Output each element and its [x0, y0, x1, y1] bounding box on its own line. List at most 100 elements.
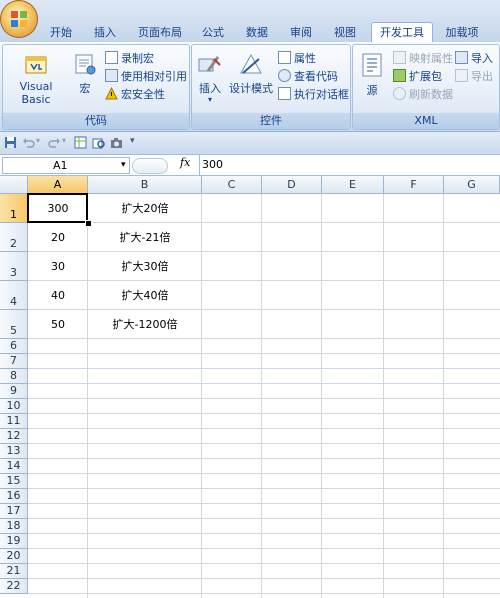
map-properties-button[interactable]: 映射属性: [393, 51, 453, 67]
fill-handle[interactable]: [85, 220, 92, 227]
row-gridline: [28, 593, 500, 594]
xml-source-button[interactable]: 源: [357, 51, 387, 98]
refresh-data-button[interactable]: 刷新数据: [393, 87, 453, 103]
row-header-14[interactable]: 14: [0, 459, 28, 474]
cell-b2[interactable]: 扩大-21倍: [88, 223, 202, 252]
xml-import-label: 导入: [471, 52, 493, 65]
row-header-17[interactable]: 17: [0, 504, 28, 519]
office-button[interactable]: [0, 0, 38, 38]
sheet-icon[interactable]: [74, 136, 87, 149]
insert-control-button[interactable]: 插入 ▾: [194, 51, 226, 104]
row-header-21[interactable]: 21: [0, 564, 28, 579]
ribbon-tab-bar: 开始 插入 页面布局 公式 数据 审阅 视图 开发工具 加载项: [0, 0, 500, 43]
row-header-8[interactable]: 8: [0, 369, 28, 384]
view-code-icon: [278, 69, 291, 82]
redo-dropdown-icon[interactable]: ▾: [62, 136, 66, 145]
camera-icon[interactable]: [110, 136, 123, 149]
record-macro-button[interactable]: 录制宏: [105, 51, 154, 67]
row-gridline: [28, 383, 500, 384]
macro-security-button[interactable]: 宏安全性: [105, 87, 165, 103]
design-mode-button[interactable]: 设计模式: [228, 51, 274, 96]
tab-developer[interactable]: 开发工具: [371, 22, 433, 43]
row-header-20[interactable]: 20: [0, 549, 28, 564]
run-dialog-button[interactable]: 执行对话框: [278, 87, 349, 103]
tab-home[interactable]: 开始: [44, 24, 78, 42]
row-number: 18: [6, 519, 21, 532]
row-header-9[interactable]: 9: [0, 384, 28, 399]
column-header-f[interactable]: F: [384, 176, 444, 194]
expansion-packs-button[interactable]: 扩展包: [393, 69, 442, 85]
row-header-7[interactable]: 7: [0, 354, 28, 369]
cell-a3[interactable]: 30: [28, 252, 88, 281]
worksheet-grid[interactable]: A B C D E F G 1 2 3 4 5 6 7 8 9 10 11 12 13 14 15 16 17 18 19 20 21…: [0, 176, 500, 598]
tab-data[interactable]: 数据: [242, 24, 272, 42]
row-header-4[interactable]: 4: [0, 281, 28, 310]
save-icon[interactable]: [4, 136, 17, 149]
row-header-15[interactable]: 15: [0, 474, 28, 489]
record-macro-icon: [105, 51, 118, 64]
formula-expand-handle[interactable]: [132, 158, 168, 174]
tab-formulas[interactable]: 公式: [198, 24, 228, 42]
insert-function-button[interactable]: fx: [180, 156, 190, 169]
tab-add-ins[interactable]: 加载项: [440, 24, 484, 42]
office-logo-icon: [11, 11, 27, 27]
row-number: 15: [6, 474, 21, 487]
row-gridline: [28, 428, 500, 429]
column-header-e[interactable]: E: [322, 176, 384, 194]
chevron-down-icon: ▾: [207, 95, 212, 104]
cell-a5[interactable]: 50: [28, 310, 88, 339]
print-preview-icon[interactable]: [92, 136, 105, 149]
row-header-11[interactable]: 11: [0, 414, 28, 429]
visual-basic-button[interactable]: Visual Basic: [5, 51, 67, 106]
xml-export-button[interactable]: 导出: [455, 69, 493, 85]
cell-b5[interactable]: 扩大-1200倍: [88, 310, 202, 339]
cell-b4[interactable]: 扩大40倍: [88, 281, 202, 310]
active-cell-border[interactable]: [27, 193, 88, 223]
row-header-1[interactable]: 1: [0, 194, 28, 223]
undo-dropdown-icon[interactable]: ▾: [36, 136, 40, 145]
row-header-12[interactable]: 12: [0, 429, 28, 444]
customize-qat-icon[interactable]: ▾: [130, 136, 135, 146]
select-all-corner[interactable]: [0, 176, 28, 194]
macros-label: 宏: [79, 82, 91, 95]
row-header-5[interactable]: 5: [0, 310, 28, 339]
row-header-18[interactable]: 18: [0, 519, 28, 534]
name-box[interactable]: A1 ▾: [2, 157, 130, 174]
formula-input[interactable]: 300: [202, 156, 498, 173]
tab-view[interactable]: 视图: [330, 24, 360, 42]
column-header-g[interactable]: G: [444, 176, 500, 194]
row-number: 10: [6, 399, 21, 412]
column-header-b[interactable]: B: [88, 176, 202, 194]
code-group: Visual Basic 宏 录制宏 使用相对引用 宏安全性 代码: [2, 44, 190, 130]
row-header-2[interactable]: 2: [0, 223, 28, 252]
tab-insert[interactable]: 插入: [88, 24, 122, 42]
cell-a4[interactable]: 40: [28, 281, 88, 310]
undo-icon[interactable]: [22, 136, 35, 149]
xml-group-label: XML: [353, 113, 499, 129]
row-header-10[interactable]: 10: [0, 399, 28, 414]
chevron-down-icon[interactable]: ▾: [121, 158, 126, 173]
xml-import-button[interactable]: 导入: [455, 51, 493, 67]
row-header-6[interactable]: 6: [0, 339, 28, 354]
redo-icon[interactable]: [48, 136, 61, 149]
row-header-22[interactable]: 22: [0, 579, 28, 594]
tab-review[interactable]: 审阅: [286, 24, 316, 42]
row-header-16[interactable]: 16: [0, 489, 28, 504]
row-gridline: [28, 458, 500, 459]
row-header-19[interactable]: 19: [0, 534, 28, 549]
row-number: 3: [10, 266, 17, 279]
column-header-c[interactable]: C: [202, 176, 262, 194]
column-header-a[interactable]: A: [28, 176, 88, 194]
column-header-d[interactable]: D: [262, 176, 322, 194]
tab-page-layout[interactable]: 页面布局: [132, 24, 188, 42]
row-header-13[interactable]: 13: [0, 444, 28, 459]
visual-basic-icon: [25, 56, 47, 74]
relative-references-button[interactable]: 使用相对引用: [105, 69, 187, 85]
cell-b1[interactable]: 扩大20倍: [88, 194, 202, 223]
cell-b3[interactable]: 扩大30倍: [88, 252, 202, 281]
cell-a2[interactable]: 20: [28, 223, 88, 252]
view-code-button[interactable]: 查看代码: [278, 69, 338, 85]
macros-button[interactable]: 宏: [71, 51, 99, 96]
row-header-3[interactable]: 3: [0, 252, 28, 281]
properties-button[interactable]: 属性: [278, 51, 316, 67]
